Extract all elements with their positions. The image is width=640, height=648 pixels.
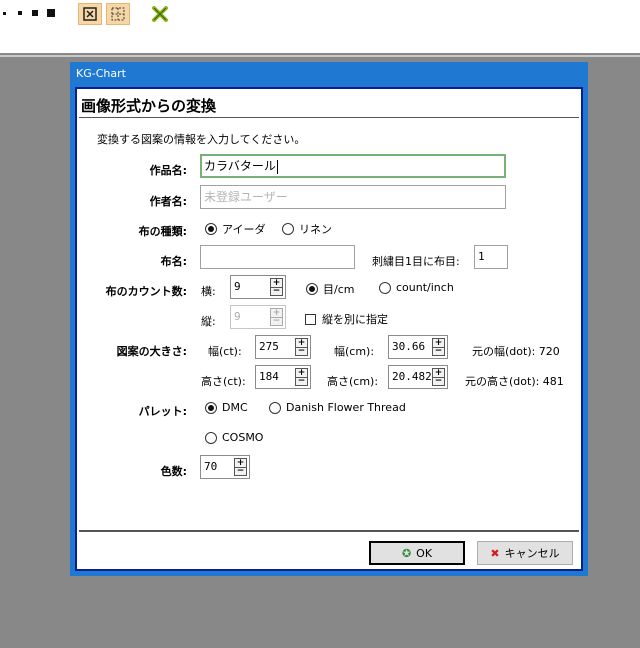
- spin-down-icon[interactable]: −: [271, 287, 282, 296]
- spin-arrows[interactable]: + −: [270, 278, 283, 296]
- horiz-count-value: 9: [234, 280, 241, 293]
- vert-separate-label: 縦を別に指定: [322, 313, 388, 326]
- heading-divider: [79, 117, 579, 118]
- dialog-description: 変換する図案の情報を入力してください。: [97, 133, 306, 146]
- dot-small-icon[interactable]: [3, 12, 6, 15]
- cloth-type-linen-label: リネン: [299, 223, 332, 236]
- spin-down-icon[interactable]: −: [296, 377, 307, 386]
- radio-unselected-icon: [205, 431, 217, 444]
- unit-per-cm-radio[interactable]: 目/cm: [306, 281, 354, 297]
- width-cm-stepper[interactable]: 30.66 + −: [388, 335, 448, 359]
- cloth-type-linen-radio[interactable]: リネン: [282, 221, 332, 237]
- cloth-type-label: 布の種類:: [138, 225, 187, 238]
- color-count-label: 色数:: [160, 465, 187, 478]
- palette-danish-radio[interactable]: Danish Flower Thread: [269, 401, 406, 414]
- work-name-label: 作品名:: [149, 164, 187, 177]
- start-stitch-input[interactable]: 1: [474, 245, 508, 269]
- width-cm-value: 30.66: [392, 340, 426, 353]
- palette-danish-label: Danish Flower Thread: [286, 401, 406, 414]
- cloth-name-input[interactable]: [200, 245, 355, 269]
- color-count-value: 70: [204, 460, 218, 473]
- vert-count-label: 縦:: [201, 315, 216, 328]
- width-cm-label: 幅(cm):: [334, 345, 375, 358]
- vert-separate-checkbox[interactable]: 縦を別に指定: [305, 311, 388, 327]
- unit-per-cm-label: 目/cm: [323, 283, 355, 296]
- x-mark-icon: ✖: [490, 546, 500, 560]
- dialog-heading: 画像形式からの変換: [81, 97, 217, 115]
- radio-selected-icon: [306, 283, 318, 295]
- width-ct-value: 275: [259, 340, 279, 353]
- height-ct-label: 高さ(ct):: [201, 375, 246, 388]
- cloth-count-label: 布のカウント数:: [105, 285, 187, 298]
- check-circle-icon: ✪: [401, 546, 412, 560]
- vert-count-value: 9: [234, 310, 241, 323]
- radio-selected-icon: [205, 401, 217, 414]
- cloth-type-aida-label: アイーダ: [222, 223, 266, 236]
- spin-arrows[interactable]: + −: [432, 338, 445, 356]
- palette-cosmo-label: COSMO: [222, 431, 264, 444]
- unit-count-inch-radio[interactable]: count/inch: [379, 281, 454, 294]
- cloth-type-aida-radio[interactable]: アイーダ: [205, 221, 265, 237]
- button-divider: [79, 530, 579, 532]
- toolbar: [0, 0, 640, 57]
- palette-label: パレット:: [138, 405, 187, 418]
- dot-medium-icon[interactable]: [18, 11, 22, 15]
- spin-down-icon[interactable]: −: [235, 467, 246, 476]
- spin-arrows[interactable]: + −: [295, 368, 308, 386]
- height-cm-value: 20.482: [392, 370, 432, 383]
- spin-arrows[interactable]: + −: [295, 338, 308, 356]
- unit-count-inch-label: count/inch: [396, 281, 454, 294]
- text-caret: [276, 159, 278, 174]
- radio-unselected-icon: [269, 401, 281, 414]
- cross-stitch-x-icon[interactable]: [148, 3, 172, 25]
- cancel-button[interactable]: ✖ キャンセル: [477, 541, 573, 565]
- ok-button-label: OK: [416, 546, 433, 560]
- grid-dotted-icon[interactable]: [106, 3, 130, 25]
- author-label: 作者名:: [149, 195, 187, 208]
- radio-unselected-icon: [282, 223, 294, 235]
- ok-button[interactable]: ✪ OK: [369, 541, 465, 565]
- palette-cosmo-radio[interactable]: COSMO: [205, 431, 263, 444]
- spin-down-icon[interactable]: −: [296, 347, 307, 356]
- spin-arrows[interactable]: + −: [270, 308, 283, 326]
- grid-box-icon[interactable]: [78, 3, 102, 25]
- dialog-window: KG-Chart 画像形式からの変換 変換する図案の情報を入力してください。 作…: [70, 62, 588, 576]
- palette-dmc-radio[interactable]: DMC: [205, 401, 248, 414]
- spin-down-icon[interactable]: −: [271, 317, 282, 326]
- horiz-count-label: 横:: [201, 285, 216, 298]
- design-size-label: 図案の大きさ:: [116, 345, 187, 358]
- work-name-value: カラバタール: [204, 159, 276, 173]
- cancel-button-label: キャンセル: [504, 547, 560, 560]
- radio-unselected-icon: [379, 281, 391, 294]
- window-title[interactable]: KG-Chart: [70, 62, 588, 86]
- height-cm-label: 高さ(cm):: [327, 375, 379, 388]
- spin-down-icon[interactable]: −: [433, 347, 444, 356]
- horiz-count-stepper[interactable]: 9 + −: [230, 275, 286, 299]
- palette-dmc-label: DMC: [222, 401, 248, 414]
- cloth-name-label: 布名:: [160, 255, 187, 268]
- spin-arrows[interactable]: + −: [432, 368, 445, 386]
- radio-selected-icon: [205, 223, 217, 235]
- spin-down-icon[interactable]: −: [433, 377, 444, 386]
- height-ct-value: 184: [259, 370, 279, 383]
- checkbox-box-icon: [305, 313, 316, 325]
- dot-large-icon[interactable]: [32, 10, 38, 16]
- vert-count-stepper[interactable]: 9 + −: [230, 305, 286, 329]
- spin-arrows[interactable]: + −: [234, 458, 247, 476]
- color-count-stepper[interactable]: 70 + −: [200, 455, 250, 479]
- start-stitch-label: 刺繍目1目に布目:: [372, 255, 460, 268]
- author-input[interactable]: 未登録ユーザー: [200, 185, 506, 209]
- original-width-label: 元の幅(dot): 720: [472, 345, 560, 358]
- dialog-client: 画像形式からの変換 変換する図案の情報を入力してください。 作品名: カラバター…: [75, 87, 583, 571]
- width-ct-stepper[interactable]: 275 + −: [255, 335, 311, 359]
- width-ct-label: 幅(ct):: [208, 345, 242, 358]
- work-name-input[interactable]: カラバタール: [200, 154, 506, 178]
- height-cm-stepper[interactable]: 20.482 + −: [388, 365, 448, 389]
- dot-xlarge-icon[interactable]: [47, 9, 55, 17]
- height-ct-stepper[interactable]: 184 + −: [255, 365, 311, 389]
- original-height-label: 元の高さ(dot): 481: [465, 375, 564, 388]
